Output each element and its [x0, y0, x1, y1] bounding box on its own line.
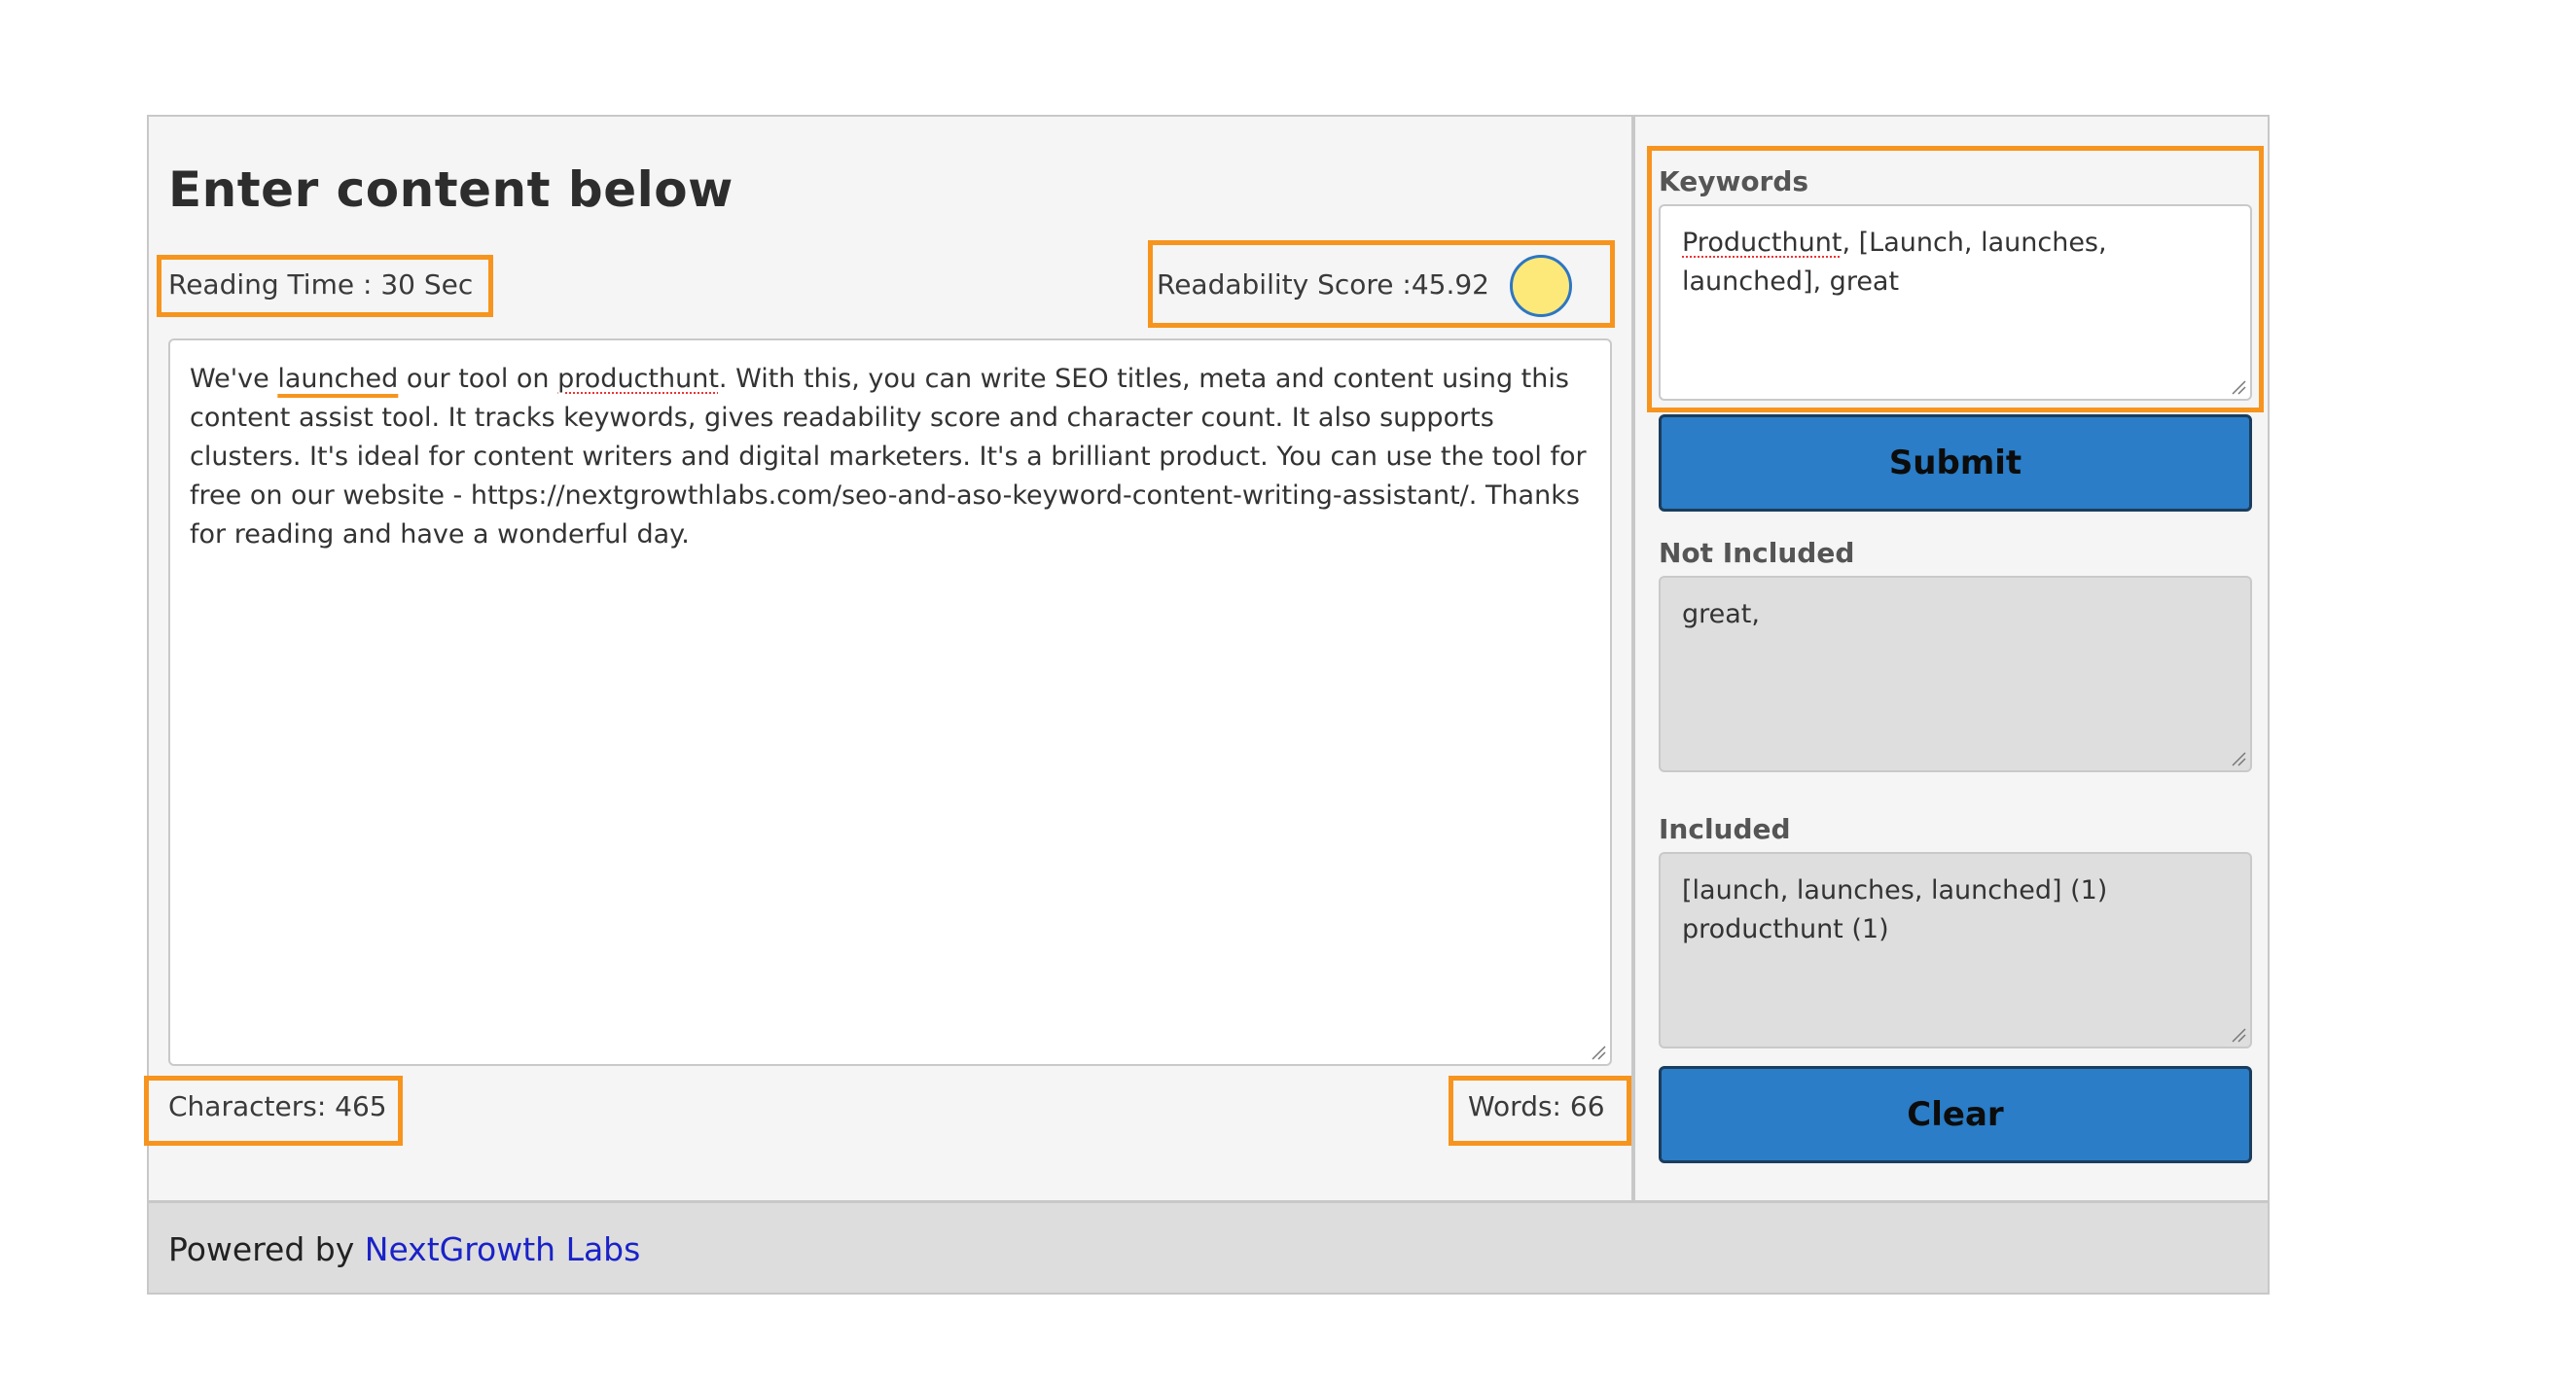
resize-handle-icon[interactable] — [2231, 379, 2246, 395]
submit-button[interactable]: Submit — [1659, 414, 2252, 512]
nextgrowth-labs-link[interactable]: NextGrowth Labs — [365, 1230, 641, 1268]
content-text: our tool on — [398, 364, 558, 394]
page-title: Enter content below — [168, 161, 733, 218]
keywords-input[interactable]: Producthunt, [Launch, launches, launched… — [1659, 204, 2252, 401]
included-item: producthunt (1) — [1682, 914, 1889, 944]
content-textarea[interactable]: We've launched our tool on producthunt. … — [168, 338, 1612, 1066]
character-count: Characters: 465 — [168, 1090, 387, 1122]
keyword-panel: Keywords Producthunt, [Launch, launches,… — [1639, 117, 2268, 1200]
footer-prefix: Powered by — [168, 1230, 365, 1268]
included-label: Included — [1659, 813, 1791, 845]
matched-keyword: producthunt — [557, 364, 719, 394]
reading-time: Reading Time : 30 Sec — [168, 268, 474, 301]
matched-keyword: launched — [277, 364, 399, 394]
keyword-text: Producthunt — [1682, 228, 1843, 258]
readability-indicator-icon — [1510, 255, 1572, 317]
resize-handle-icon[interactable] — [2231, 751, 2246, 766]
editor-panel: Enter content below Reading Time : 30 Se… — [144, 117, 1635, 1200]
clear-button[interactable]: Clear — [1659, 1066, 2252, 1163]
not-included-text: great, — [1682, 599, 1760, 629]
not-included-label: Not Included — [1659, 537, 1855, 569]
readability-score: Readability Score :45.92 — [1157, 268, 1489, 301]
word-count: Words: 66 — [1468, 1090, 1605, 1122]
footer: Powered by NextGrowth Labs — [149, 1200, 2268, 1293]
resize-handle-icon[interactable] — [1591, 1045, 1606, 1060]
included-item: [launch, launches, launched] (1) — [1682, 875, 2108, 906]
content-assistant-app: Enter content below Reading Time : 30 Se… — [144, 115, 2270, 1295]
keywords-label: Keywords — [1659, 165, 1809, 197]
not-included-output: great, — [1659, 576, 2252, 772]
content-text: We've — [190, 364, 278, 394]
included-output: [launch, launches, launched] (1) product… — [1659, 852, 2252, 1048]
resize-handle-icon[interactable] — [2231, 1027, 2246, 1043]
